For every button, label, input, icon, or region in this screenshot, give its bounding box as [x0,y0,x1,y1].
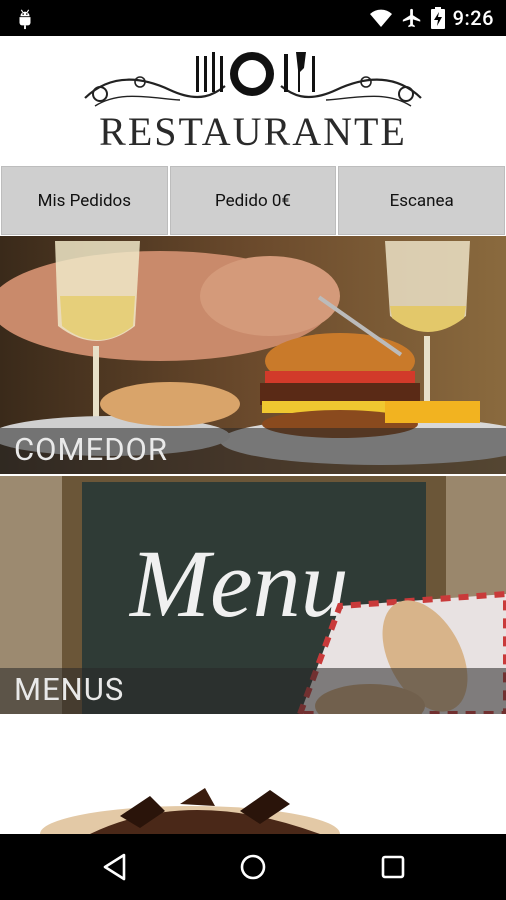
tile-label: COMEDOR [14,431,168,468]
wifi-icon [369,9,392,27]
top-button-bar: Mis Pedidos Pedido 0€ Escanea [0,166,506,235]
dessert-photo [0,716,506,834]
svg-text:Menu: Menu [128,530,349,637]
restaurant-logo: RESTAURANTE [0,36,506,166]
airplane-mode-icon [402,8,420,28]
status-bar: 9:26 [0,0,506,36]
home-icon[interactable] [238,852,268,882]
recents-icon[interactable] [378,852,408,882]
cutlery-ornament-icon [84,52,422,107]
back-icon[interactable] [100,852,130,882]
scan-button[interactable]: Escanea [338,166,506,235]
status-icons: 9:26 [369,0,494,36]
order-total-button[interactable]: Pedido 0€ [169,166,337,235]
category-tile-dessert[interactable] [0,716,506,834]
navigation-bar [0,834,506,900]
logo-title: RESTAURANTE [99,109,407,154]
my-orders-button[interactable]: Mis Pedidos [1,166,168,235]
battery-charging-icon [430,7,445,29]
clock: 9:26 [452,6,494,30]
category-tile-comedor[interactable]: COMEDOR [0,236,506,474]
tile-label: MENUS [14,671,125,708]
category-tile-menus[interactable]: Menu MENUS [0,476,506,714]
android-icon [19,9,31,30]
